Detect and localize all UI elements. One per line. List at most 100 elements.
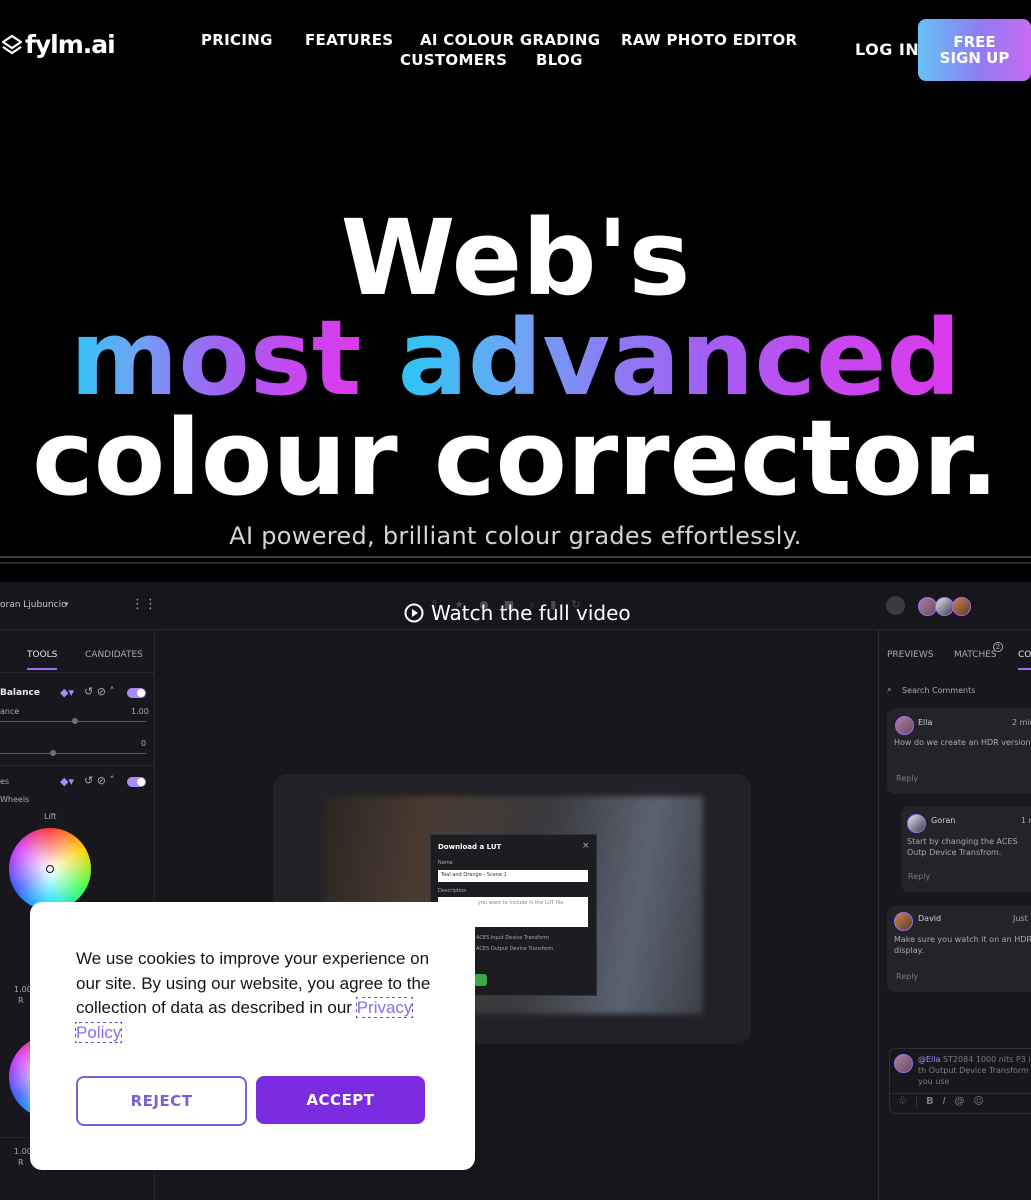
nav-blog[interactable]: BLOG xyxy=(536,51,583,69)
signup-line1: FREE xyxy=(953,33,996,51)
search-comments-input[interactable]: Search Comments xyxy=(902,686,975,695)
layers-logo-icon xyxy=(2,34,22,54)
nav-raw-photo-editor[interactable]: RAW PHOTO EDITOR xyxy=(621,31,797,49)
bold-icon[interactable]: B xyxy=(926,1096,934,1107)
reset-icon: ↺ ⊘ ˄ xyxy=(84,774,115,787)
layers-icon: ◆▾ xyxy=(60,686,74,699)
accept-button[interactable]: ACCEPT xyxy=(256,1076,425,1124)
watch-video-button[interactable]: Watch the full video xyxy=(404,601,631,625)
compose-text: @Ella ST2084 1000 nits P3 is th Output D… xyxy=(918,1054,1031,1087)
comment-text: How do we create an HDR version? xyxy=(894,738,1031,747)
login-link[interactable]: LOG IN xyxy=(855,40,919,59)
option-output-transform[interactable]: ACES Output Device Transform xyxy=(476,946,553,952)
slider-knob[interactable] xyxy=(72,718,78,724)
divider xyxy=(0,562,1031,564)
description-label: Description xyxy=(438,888,467,894)
add-user-icon xyxy=(886,596,905,615)
search-icon: ⌕ xyxy=(887,685,893,695)
comment-text: Make sure you watch it on an HDR display… xyxy=(894,935,1031,955)
divider xyxy=(0,672,154,673)
divider xyxy=(890,1093,1031,1094)
name-input[interactable]: Teal and Orange - Scene 1 xyxy=(438,870,588,882)
divider xyxy=(0,765,154,766)
divider xyxy=(0,556,1031,558)
avatar xyxy=(894,912,913,931)
name-label: Name xyxy=(438,860,453,866)
balance-label: Balance xyxy=(0,688,40,698)
layers-icon: ◆▾ xyxy=(60,775,74,788)
wheel-handle[interactable] xyxy=(46,865,54,873)
logo-text: fylm.ai xyxy=(25,30,116,59)
italic-icon[interactable]: I xyxy=(943,1096,946,1107)
lift-label: Lift xyxy=(44,812,57,821)
reply-link[interactable]: Reply xyxy=(908,872,930,881)
nav-ai-colour-grading[interactable]: AI COLOUR GRADING xyxy=(420,31,600,49)
comment-author: Goran xyxy=(931,816,956,825)
slider-knob[interactable] xyxy=(50,750,56,756)
curves-label: es xyxy=(0,777,10,786)
name-input-value: Teal and Orange - Scene 1 xyxy=(441,872,507,878)
avatar xyxy=(894,1054,913,1073)
compose-toolbar: ♧ B I @ ☺ xyxy=(898,1096,984,1107)
comment-time: 2 min xyxy=(1012,718,1031,727)
comment-time: 1 m xyxy=(1021,816,1031,825)
mention-icon[interactable]: @ xyxy=(955,1096,965,1107)
matches-count-badge: 2 xyxy=(993,642,1003,652)
reject-button[interactable]: REJECT xyxy=(76,1076,247,1126)
chevron-down-icon: ▾ xyxy=(64,600,69,610)
free-signup-button[interactable]: FREE SIGN UP xyxy=(918,19,1031,81)
divider xyxy=(915,1096,917,1107)
watch-video-label: Watch the full video xyxy=(431,601,631,625)
wheels-toggle[interactable] xyxy=(127,777,146,787)
zero-value: 0 xyxy=(141,739,147,748)
tab-previews[interactable]: PREVIEWS xyxy=(887,650,933,660)
logo[interactable]: fylm.ai xyxy=(2,30,116,59)
balance-sub-label: ance xyxy=(0,707,20,716)
close-icon[interactable]: × xyxy=(582,841,590,851)
comment-author: Ella xyxy=(918,718,933,727)
balance-toggle[interactable] xyxy=(127,688,146,698)
dialog-title: Download a LUT xyxy=(438,843,502,851)
comments-panel: PREVIEWS MATCHES 2 CO ⌕ Search Comments … xyxy=(878,630,1031,1200)
grid-icon: ⋮⋮ xyxy=(131,597,157,612)
comment-card: Ella 2 min How do we create an HDR versi… xyxy=(887,708,1031,794)
nav-customers[interactable]: CUSTOMERS xyxy=(400,51,507,69)
reset-icon: ↺ ⊘ ˄ xyxy=(84,685,115,698)
option-input-transform[interactable]: ACES Input Device Transform xyxy=(476,935,549,941)
user-name: oran Ljubuncic xyxy=(0,600,67,610)
comment-time: Just xyxy=(1013,914,1028,923)
comment-author: David xyxy=(918,914,942,923)
comment-card: Goran 1 m Start by changing the ACES Out… xyxy=(901,806,1031,892)
reply-link[interactable]: Reply xyxy=(896,972,918,981)
emoji-icon[interactable]: ☺ xyxy=(974,1096,984,1107)
slider[interactable] xyxy=(0,753,146,754)
hero-line-3: colour corrector. xyxy=(32,397,999,519)
bulb-icon[interactable]: ♧ xyxy=(898,1096,907,1107)
top-navigation: fylm.ai PRICING FEATURES AI COLOUR GRADI… xyxy=(0,0,1031,100)
avatar xyxy=(907,814,926,833)
tab-matches[interactable]: MATCHES xyxy=(954,650,997,660)
comment-compose-box[interactable]: @Ella ST2084 1000 nits P3 is th Output D… xyxy=(889,1048,1031,1114)
avatar xyxy=(895,716,914,735)
app-toolbar: oran Ljubuncic ▾ ⋮⋮ ⇧ ★ ● ■ ⌕ ▮ ↻ Watch … xyxy=(0,582,1031,630)
compose-mention: @Ella xyxy=(918,1055,941,1064)
tab-tools[interactable]: TOOLS xyxy=(27,650,58,670)
comment-card: David Just Make sure you watch it on an … xyxy=(887,906,1031,992)
balance-value: 1.00 xyxy=(131,707,149,716)
wheel-channel: R xyxy=(18,996,24,1005)
cookie-consent-banner: We use cookies to improve your experienc… xyxy=(30,902,475,1170)
nav-pricing[interactable]: PRICING xyxy=(201,31,273,49)
tab-comments[interactable]: CO xyxy=(1018,650,1031,670)
hero-subtitle: AI powered, brilliant colour grades effo… xyxy=(229,522,802,550)
tab-candidates[interactable]: CANDIDATES xyxy=(85,650,143,660)
play-icon xyxy=(404,603,424,623)
wheel-channel: R xyxy=(18,1158,24,1167)
description-placeholder: you want to include in the LUT file xyxy=(478,900,564,906)
nav-features[interactable]: FEATURES xyxy=(305,31,393,49)
reply-link[interactable]: Reply xyxy=(896,774,918,783)
avatar xyxy=(952,597,971,616)
wheels-label: Wheels xyxy=(0,795,30,804)
cookie-message: We use cookies to improve your experienc… xyxy=(74,947,436,1046)
signup-line2: SIGN UP xyxy=(939,49,1010,67)
comment-text: Start by changing the ACES Outp Device T… xyxy=(907,837,1018,857)
